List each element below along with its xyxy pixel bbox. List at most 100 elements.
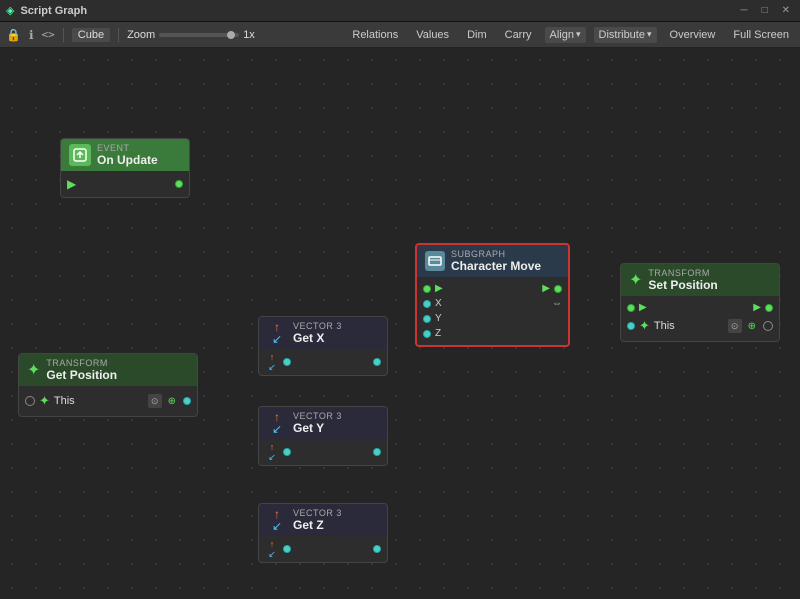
- get-y-header-text: Vector 3 Get Y: [293, 411, 342, 435]
- subgraph-icon: [425, 251, 445, 271]
- set-position-name: Set Position: [648, 278, 717, 292]
- get-position-body: ✦ This ⊙ ⊕: [19, 386, 197, 416]
- get-x-output-port: [373, 358, 381, 366]
- get-position-crosshair: ⊕: [168, 396, 176, 407]
- get-z-body: ↑ ↙: [259, 536, 387, 562]
- on-update-output-arrow: ▶: [67, 177, 76, 191]
- script-graph-icon: ◈: [6, 4, 14, 17]
- subgraph-flow-in: [423, 285, 431, 293]
- on-update-node[interactable]: Event On Update ▶: [60, 138, 190, 198]
- zoom-area: Zoom 1x: [127, 29, 255, 41]
- on-update-body: ▶: [61, 171, 189, 197]
- set-position-right-port: [763, 321, 773, 331]
- zoom-value: 1x: [243, 29, 255, 41]
- title-bar: ◈ Script Graph ─ □ ✕: [0, 0, 800, 22]
- title-bar-title: Script Graph: [20, 5, 87, 17]
- fullscreen-button[interactable]: Full Screen: [728, 27, 794, 43]
- get-z-type: Vector 3: [293, 508, 342, 518]
- on-update-output-port: [175, 180, 183, 188]
- carry-button[interactable]: Carry: [500, 27, 537, 43]
- event-icon: [69, 144, 91, 166]
- code-icon[interactable]: <>: [42, 28, 55, 41]
- values-button[interactable]: Values: [411, 27, 454, 43]
- get-z-header-text: Vector 3 Get Z: [293, 508, 342, 532]
- subgraph-expand-icon: ⇔: [552, 298, 562, 309]
- set-position-target-icon[interactable]: ⊙: [728, 319, 742, 333]
- lock-icon[interactable]: 🔒: [6, 28, 21, 42]
- set-position-flow-row: ▶ ▶: [621, 300, 779, 315]
- subgraph-z-row: Z: [417, 326, 568, 341]
- vector3-z-icon: ↑ ↙: [267, 510, 287, 530]
- subgraph-flow-out: [554, 285, 562, 293]
- set-position-this-icon: ✦: [639, 318, 650, 334]
- set-position-this-port: [627, 322, 635, 330]
- transform-icon: ✦: [27, 360, 40, 380]
- get-y-body: ↑ ↙: [259, 439, 387, 465]
- get-z-name: Get Z: [293, 518, 342, 532]
- vector3-x-icon: ↑ ↙: [267, 323, 287, 343]
- set-position-crosshair: ⊕: [748, 321, 756, 332]
- target-icon[interactable]: ⊙: [148, 394, 162, 408]
- maximize-button[interactable]: □: [758, 5, 772, 16]
- subgraph-x-row: X ⇔: [417, 296, 568, 311]
- set-position-this-row: ✦ This ⊙ ⊕: [621, 315, 779, 337]
- get-y-ports: ↑ ↙: [259, 443, 387, 461]
- get-x-header-text: Vector 3 Get X: [293, 321, 342, 345]
- get-x-ports: ↑ ↙: [259, 353, 387, 371]
- subgraph-body: ▶ ▶ X ⇔ Y Z: [417, 277, 568, 345]
- cube-label[interactable]: Cube: [72, 28, 110, 42]
- subgraph-flow-out-arrow: ▶: [542, 283, 550, 294]
- info-icon[interactable]: ℹ: [29, 28, 34, 42]
- on-update-type: Event: [97, 143, 158, 153]
- get-position-type: Transform: [46, 358, 117, 368]
- get-y-type: Vector 3: [293, 411, 342, 421]
- subgraph-flow-in-arrow: ▶: [435, 283, 443, 294]
- set-position-body: ▶ ▶ ✦ This ⊙ ⊕: [621, 296, 779, 341]
- get-y-header: ↑ ↙ Vector 3 Get Y: [259, 407, 387, 439]
- set-position-this-label: This: [654, 320, 675, 332]
- get-z-node[interactable]: ↑ ↙ Vector 3 Get Z ↑ ↙: [258, 503, 388, 563]
- get-z-header: ↑ ↙ Vector 3 Get Z: [259, 504, 387, 536]
- get-z-left-icon: ↑ ↙: [265, 542, 279, 556]
- subgraph-x-label: X: [435, 298, 442, 309]
- get-z-input-port: [283, 545, 291, 553]
- zoom-label: Zoom: [127, 29, 155, 41]
- overview-button[interactable]: Overview: [665, 27, 721, 43]
- canvas[interactable]: Event On Update ▶ ✦ Transform Get Positi…: [0, 48, 800, 599]
- toolbar: 🔒 ℹ <> Cube Zoom 1x Relations Values Dim…: [0, 22, 800, 48]
- get-position-node[interactable]: ✦ Transform Get Position ✦ This ⊙ ⊕: [18, 353, 198, 417]
- separator2: [118, 28, 119, 42]
- get-x-left-icon: ↑ ↙: [265, 355, 279, 369]
- distribute-button[interactable]: Distribute ▾: [594, 27, 657, 43]
- subgraph-y-label: Y: [435, 313, 442, 324]
- set-position-out-arrow: ▶: [753, 302, 761, 313]
- on-update-header: Event On Update: [61, 139, 189, 171]
- get-x-header: ↑ ↙ Vector 3 Get X: [259, 317, 387, 349]
- get-y-node[interactable]: ↑ ↙ Vector 3 Get Y ↑ ↙: [258, 406, 388, 466]
- get-y-name: Get Y: [293, 421, 342, 435]
- on-update-header-text: Event On Update: [97, 143, 158, 167]
- relations-button[interactable]: Relations: [347, 27, 403, 43]
- subgraph-node[interactable]: Subgraph Character Move ▶ ▶ X ⇔: [415, 243, 570, 347]
- get-position-header: ✦ Transform Get Position: [19, 354, 197, 386]
- subgraph-y-port: [423, 315, 431, 323]
- set-position-in-arrow: ▶: [639, 302, 647, 313]
- dim-button[interactable]: Dim: [462, 27, 492, 43]
- get-x-body: ↑ ↙: [259, 349, 387, 375]
- subgraph-type: Subgraph: [451, 249, 541, 259]
- set-position-node[interactable]: ✦ Transform Set Position ▶ ▶ ✦ This ⊙: [620, 263, 780, 342]
- set-position-flow-out: [765, 304, 773, 312]
- get-position-name: Get Position: [46, 368, 117, 382]
- get-y-output-port: [373, 448, 381, 456]
- set-position-header-text: Transform Set Position: [648, 268, 717, 292]
- on-update-output-row: ▶: [61, 175, 189, 193]
- close-button[interactable]: ✕: [778, 5, 794, 16]
- subgraph-y-row: Y: [417, 311, 568, 326]
- minimize-button[interactable]: ─: [736, 5, 751, 16]
- get-x-node[interactable]: ↑ ↙ Vector 3 Get X ↑ ↙: [258, 316, 388, 376]
- align-button[interactable]: Align ▾: [545, 27, 586, 43]
- zoom-slider[interactable]: [159, 33, 239, 37]
- get-y-input-port: [283, 448, 291, 456]
- get-x-input-port: [283, 358, 291, 366]
- set-position-transform-icon: ✦: [629, 270, 642, 290]
